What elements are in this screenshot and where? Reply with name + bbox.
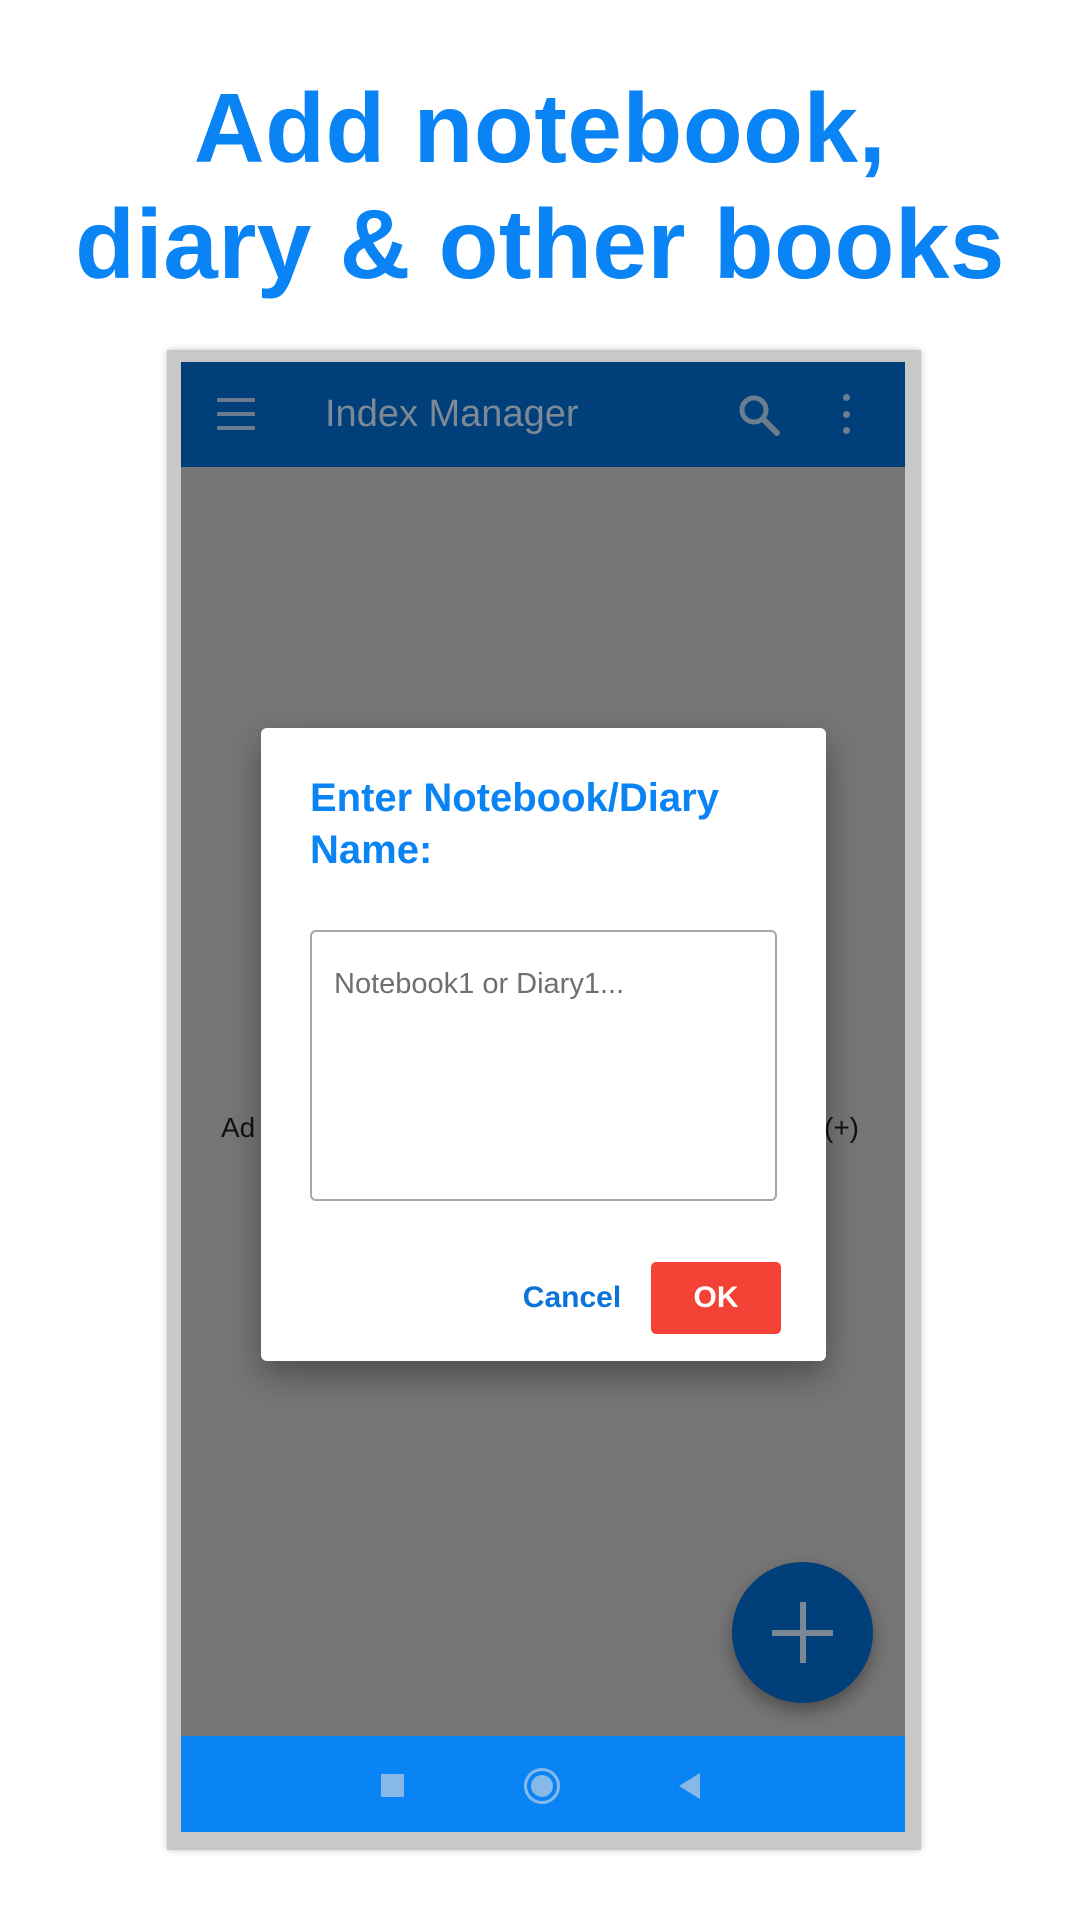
system-nav-bar bbox=[181, 1736, 905, 1832]
ok-button[interactable]: OK bbox=[651, 1262, 781, 1334]
add-notebook-fab[interactable] bbox=[732, 1562, 873, 1703]
app-screen: Index Manager Ad (+) Enter Notebook/Diar… bbox=[181, 362, 905, 1832]
recents-icon[interactable] bbox=[381, 1774, 404, 1797]
back-icon[interactable] bbox=[679, 1773, 700, 1799]
notebook-name-input[interactable] bbox=[310, 930, 777, 1201]
empty-state-text-left: Ad bbox=[221, 1112, 256, 1143]
headline-line-2: diary & other books bbox=[75, 189, 1005, 299]
empty-state-text-right: (+) bbox=[824, 1112, 859, 1143]
promo-headline: Add notebook, diary & other books bbox=[0, 70, 1080, 302]
cancel-button[interactable]: Cancel bbox=[497, 1262, 647, 1334]
more-vert-icon[interactable] bbox=[841, 394, 851, 434]
app-bar: Index Manager bbox=[181, 362, 905, 467]
home-icon[interactable] bbox=[524, 1768, 560, 1804]
plus-icon bbox=[772, 1602, 833, 1663]
search-icon[interactable] bbox=[736, 392, 782, 438]
add-notebook-dialog: Enter Notebook/Diary Name: Cancel OK bbox=[261, 728, 826, 1361]
headline-line-1: Add notebook, bbox=[193, 73, 887, 183]
dialog-title: Enter Notebook/Diary Name: bbox=[310, 776, 719, 872]
menu-icon[interactable] bbox=[217, 398, 255, 430]
app-title: Index Manager bbox=[325, 393, 579, 435]
